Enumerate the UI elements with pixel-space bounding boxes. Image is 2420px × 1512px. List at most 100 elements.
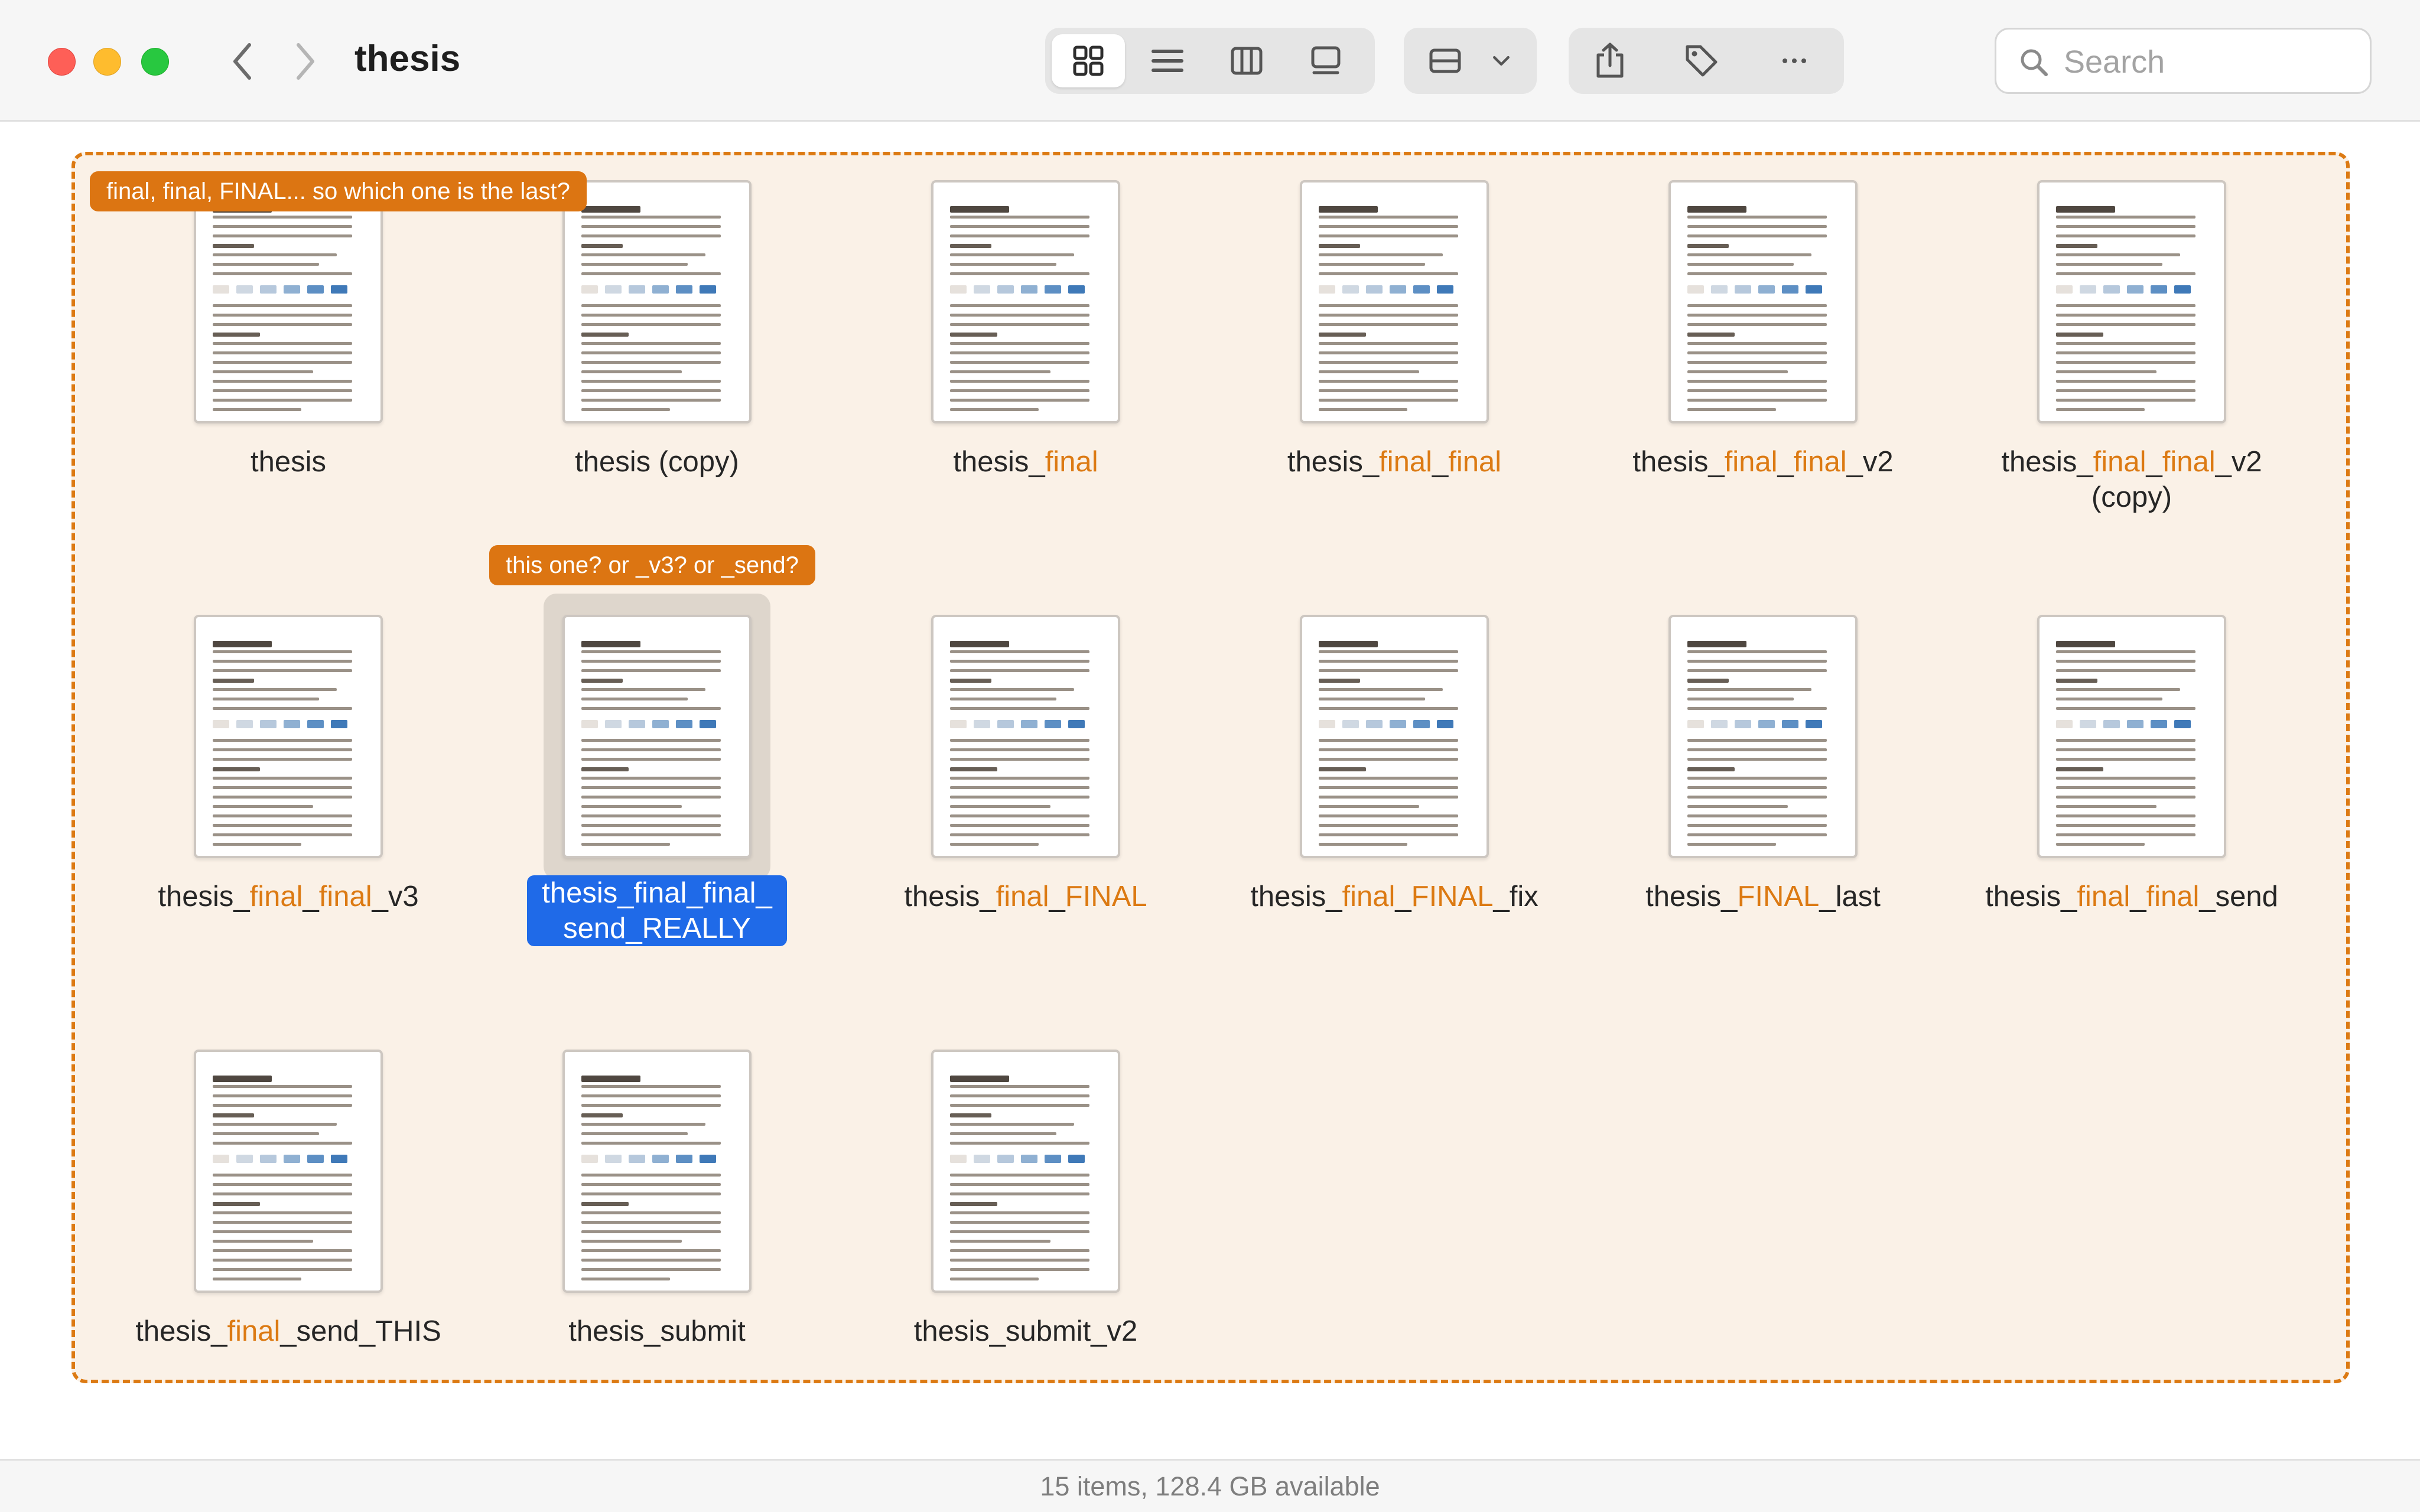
file-name[interactable]: thesis_final_FINAL: [843, 879, 1209, 914]
file-thumbnail[interactable]: [562, 180, 752, 423]
page-color-block: [284, 1155, 300, 1163]
page-text-line: [1687, 234, 1827, 237]
file-thumbnail[interactable]: [931, 180, 1120, 423]
page-text-line: [950, 786, 1089, 789]
gallery-view-button[interactable]: [1289, 34, 1362, 87]
file-thumbnail[interactable]: [1668, 615, 1858, 858]
page-text-line: [213, 833, 352, 836]
page-text-line: [1687, 669, 1827, 672]
file-name-final-highlight: final: [1448, 446, 1502, 478]
file-name-final-highlight: final: [1724, 446, 1778, 478]
page-text-line: [581, 323, 721, 326]
page-text-line: [950, 1183, 1089, 1186]
file-thumbnail[interactable]: [931, 615, 1120, 858]
close-window-button[interactable]: [48, 48, 76, 76]
minimize-window-button[interactable]: [93, 48, 121, 76]
column-view-button[interactable]: [1210, 34, 1283, 87]
page-text-line: [950, 408, 1039, 411]
page-text-line: [950, 679, 991, 683]
page-color-block: [2127, 720, 2143, 728]
page-text-line: [213, 1221, 352, 1224]
file-name[interactable]: thesis_final_final_v2 (copy): [1949, 444, 2315, 515]
file-thumbnail[interactable]: [562, 1050, 752, 1293]
file-name[interactable]: thesis_final_final_v2: [1580, 444, 1946, 480]
page-color-block: [284, 720, 300, 728]
forward-button[interactable]: [287, 39, 324, 84]
page-text-line: [1687, 796, 1827, 799]
file-name[interactable]: thesis_final_final_v3: [105, 879, 471, 914]
page-text-line: [213, 314, 352, 317]
page-text-line: [2056, 843, 2145, 846]
file-name[interactable]: thesis_final: [843, 444, 1209, 480]
file-thumbnail[interactable]: [194, 1050, 383, 1293]
page-text-line: [213, 777, 352, 780]
file-name-segment: _v2: [1846, 446, 1894, 478]
page-color-block: [676, 720, 692, 728]
file-name[interactable]: thesis_final_final_send: [1949, 879, 2315, 914]
share-button[interactable]: [1575, 28, 1645, 94]
page-text-line: [581, 1211, 721, 1214]
file-name-segment: thesis_submit_v2: [913, 1315, 1138, 1347]
file-thumbnail[interactable]: [2037, 180, 2226, 423]
page-text-line: [950, 1249, 1089, 1252]
page-text-line: [1319, 314, 1458, 317]
page-color-block: [331, 1155, 347, 1163]
more-button[interactable]: [1759, 28, 1830, 94]
search-icon: [2021, 49, 2048, 76]
file-name[interactable]: thesis: [105, 444, 471, 480]
file-name-segment: _: [2146, 446, 2162, 478]
page-text-line: [2056, 253, 2180, 256]
page-text-line: [1319, 370, 1419, 373]
page-text-line: [1319, 777, 1458, 780]
file-thumbnail[interactable]: [2037, 615, 2226, 858]
page-text-line: [950, 1174, 1089, 1177]
page-text-line: [2056, 777, 2195, 780]
chevron-down-icon-wrap: [1481, 28, 1522, 94]
page-color-block: [605, 720, 622, 728]
page-text-line: [1319, 707, 1458, 710]
file-thumbnail[interactable]: [931, 1050, 1120, 1293]
file-name[interactable]: thesis_final_final: [1211, 444, 1577, 480]
file-thumbnail[interactable]: [194, 615, 383, 858]
file-thumbnail[interactable]: [194, 180, 383, 423]
page-text-line: [950, 304, 1089, 307]
page-text-line: [1687, 253, 1811, 256]
search-input[interactable]: [2063, 40, 2360, 84]
back-button[interactable]: [223, 39, 261, 84]
page-text-line: [1687, 323, 1827, 326]
zoom-window-button[interactable]: [141, 48, 169, 76]
file-name-segment: thesis_: [953, 446, 1045, 478]
page-color-block: [2103, 285, 2120, 294]
page-color-block: [260, 720, 277, 728]
tag-button[interactable]: [1665, 28, 1736, 94]
page-text-line: [1687, 739, 1827, 742]
page-text-line: [1319, 843, 1407, 846]
file-thumbnail[interactable]: [1668, 180, 1858, 423]
file-name[interactable]: thesis (copy): [474, 444, 840, 480]
file-name[interactable]: thesis_final_FINAL_fix: [1211, 879, 1577, 914]
icon-view-button[interactable]: [1052, 34, 1125, 87]
page-text-line: [581, 380, 721, 383]
file-name-selected[interactable]: thesis_final_final_ send_REALLY: [527, 875, 787, 946]
page-text-line: [950, 1085, 1089, 1088]
search-field[interactable]: [1995, 28, 2372, 94]
file-thumbnail[interactable]: [562, 615, 752, 858]
page-text-line: [1319, 758, 1458, 761]
page-text-line: [1687, 351, 1827, 354]
list-view-button[interactable]: [1131, 34, 1204, 87]
page-text-line: [581, 263, 688, 266]
file-name[interactable]: thesis_FINAL_last: [1580, 879, 1946, 914]
file-name[interactable]: thesis_submit_v2: [843, 1314, 1209, 1349]
page-color-block: [260, 1155, 277, 1163]
page-color-block: [236, 1155, 253, 1163]
file-name[interactable]: thesis_submit: [474, 1314, 840, 1349]
page-text-line: [581, 1202, 629, 1206]
highlight-region: [71, 152, 2350, 1383]
page-text-line: [1687, 679, 1729, 683]
file-thumbnail[interactable]: [1300, 180, 1489, 423]
file-name-segment: thesis_: [2001, 446, 2093, 478]
file-name[interactable]: thesis_final_send_THIS: [105, 1314, 471, 1349]
page-text-line: [1687, 304, 1827, 307]
group-by-button[interactable]: [1404, 28, 1537, 94]
file-thumbnail[interactable]: [1300, 615, 1489, 858]
